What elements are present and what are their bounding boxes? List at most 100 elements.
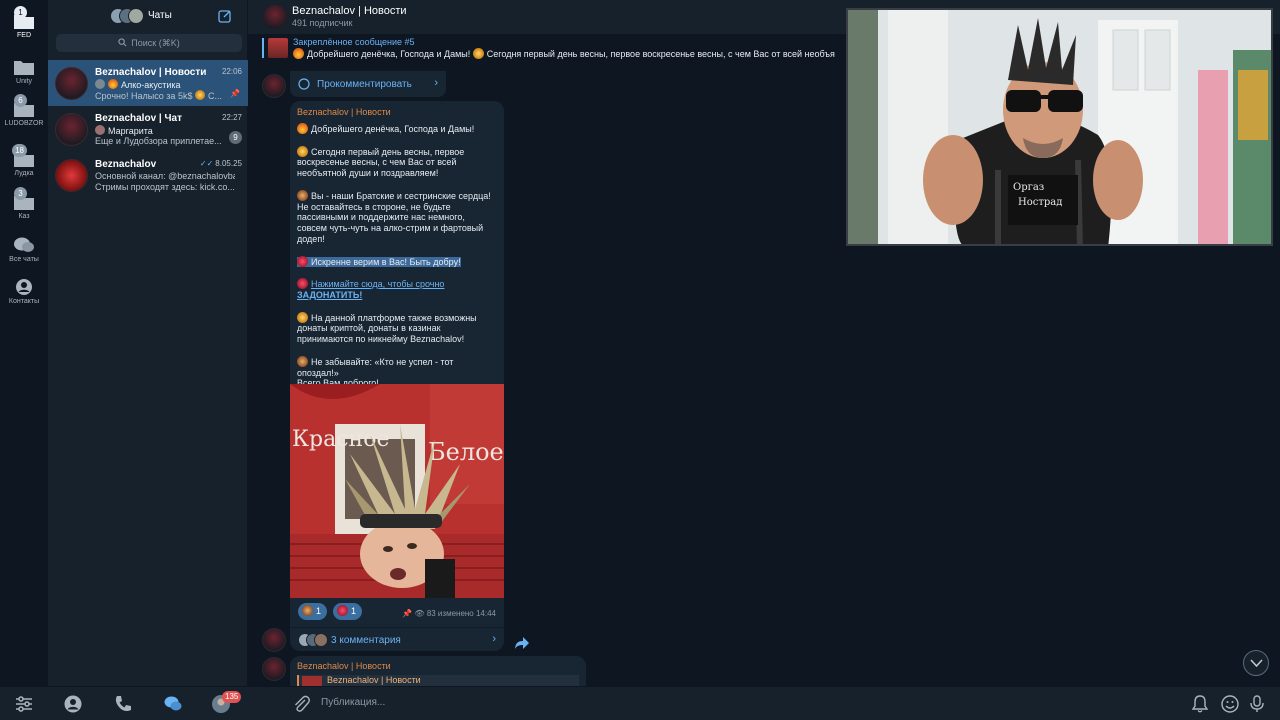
svg-text:Нострад: Нострад (1018, 197, 1062, 208)
contacts-icon[interactable] (64, 695, 82, 713)
pinned-message-bar[interactable]: Закреплённое сообщение #5 Добрейшего ден… (262, 35, 862, 62)
folder-kaz[interactable]: 3 Каз (0, 187, 48, 220)
chat-item-main[interactable]: Beznachalov ✓✓ 8.05.25 Основной канал: @b… (48, 152, 248, 198)
avatar[interactable] (262, 628, 286, 652)
heart-emoji-icon (297, 278, 308, 290)
post-author: Beznachalov | Новости (297, 661, 391, 671)
avatar (55, 67, 88, 100)
chat-subtitle: Основной канал: @beznachalovbar (95, 171, 235, 181)
pray-emoji-icon (302, 605, 313, 616)
folder-label: Все чаты (9, 256, 39, 263)
forward-title: Beznachalov | Новости (327, 675, 421, 685)
avatar[interactable] (262, 657, 286, 681)
forward-thumbnail (302, 676, 322, 686)
attach-icon[interactable] (292, 695, 310, 713)
share-icon[interactable] (515, 636, 529, 649)
folder-label: Unity (16, 78, 32, 85)
pinned-indicator (262, 38, 264, 58)
reaction-heart[interactable]: 1 (333, 603, 363, 620)
chat-title: Beznachalov | Новости (292, 5, 407, 17)
folder-ludka[interactable]: 18 Лудка (0, 144, 48, 177)
chat-subtitle: Алко-акустика (95, 79, 235, 90)
chat-name: Beznachalov | Чат (95, 113, 182, 124)
comment-button-label: Прокомментировать (317, 79, 412, 90)
chat-time: 22:27 (221, 113, 242, 122)
comments-button[interactable]: 3 комментария › (290, 627, 504, 651)
search-placeholder: Поиск (⌘K) (131, 38, 180, 48)
chat-last-message: Еще и Лудобзора приплетае... (95, 136, 222, 146)
pinned-title: Закреплённое сообщение #5 (293, 37, 415, 47)
folder-unity[interactable]: Unity (0, 58, 48, 85)
pinned-text: Добрейшего денёчка, Господа и Дамы! Сего… (293, 48, 835, 59)
pray-emoji-icon (297, 189, 308, 201)
post-meta: 📌 👁 83 изменено 14:44 (402, 609, 496, 618)
folder-label: Контакты (8, 298, 40, 305)
settings-sliders-icon[interactable] (15, 695, 33, 713)
pin-icon: 📌 (230, 89, 240, 98)
crown-emoji-icon (297, 145, 308, 157)
channel-post-2: Beznachalov | Новости Beznachalov | Ново… (290, 656, 586, 686)
folder-badge: 6 (14, 94, 27, 107)
subscriber-count: 491 подписчик (292, 18, 353, 28)
pinned-thumbnail (268, 38, 288, 58)
folder-icon: 6 (13, 94, 35, 118)
folder-icon: 3 (13, 187, 35, 211)
chevron-down-icon (1250, 659, 1263, 668)
chat-time: 22:06 (221, 67, 242, 76)
commenter-avatars (298, 633, 328, 647)
comment-button[interactable]: Прокомментировать › (290, 71, 446, 97)
chat-list-panel: Чаты Поиск (⌘K) Beznachalov | Новости 22… (48, 0, 248, 686)
post-image[interactable]: Красное Белое (290, 384, 504, 598)
compose-icon[interactable] (218, 9, 232, 23)
scroll-down-button[interactable] (1243, 650, 1269, 676)
avatar (55, 159, 88, 192)
chat-last-message: Срочно! Налысо за 5k$ С... (95, 90, 222, 101)
donate-link[interactable]: Нажимайте сюда, чтобы срочно (311, 279, 444, 289)
avatar[interactable] (262, 74, 286, 98)
post-text: Добрейшего денёчка, Господа и Дамы! Сего… (297, 123, 491, 388)
eye-icon: 👁 (414, 609, 425, 618)
unread-badge: 9 (229, 131, 242, 144)
chat-item-chat[interactable]: Beznachalov | Чат 22:27 Маргарита Еще и … (48, 106, 248, 152)
avatar (263, 5, 287, 29)
chats-icon[interactable] (164, 695, 182, 713)
forwarded-header[interactable]: Beznachalov | Новости (297, 675, 579, 686)
post-author: Beznachalov | Новости (297, 107, 391, 117)
crown-emoji-icon (297, 311, 308, 323)
read-check-icon: ✓✓ (199, 159, 214, 168)
bell-icon[interactable] (1191, 695, 1209, 713)
profile-badge: 135 (222, 691, 242, 703)
folder-ludobzor[interactable]: 6 LUDOBZOR (0, 94, 48, 127)
stories-avatars[interactable] (110, 8, 144, 24)
chevron-right-icon: › (434, 77, 438, 89)
fire-emoji-icon (297, 123, 308, 134)
chat-name: Beznachalov (95, 159, 157, 170)
message-input[interactable]: Публикация... (321, 697, 385, 708)
folder-label: FED (17, 32, 31, 39)
microphone-icon[interactable] (1248, 695, 1266, 713)
chat-list-header: Чаты (48, 0, 248, 32)
folder-icon: 1 (13, 6, 35, 30)
chat-last-message: Стримы проходят здесь: kick.co... (95, 182, 235, 192)
pin-icon: 📌 (402, 609, 413, 618)
folder-contacts[interactable]: Контакты (0, 278, 48, 305)
chat-item-news[interactable]: Beznachalov | Новости 22:06 Алко-акустик… (48, 60, 248, 106)
selected-text: Искренне верим в Вас! Быть добру! (297, 255, 461, 267)
folder-fed[interactable]: 1 FED (0, 6, 48, 39)
folder-all-chats[interactable]: Все чаты (0, 236, 48, 263)
pray-emoji-icon (297, 355, 308, 367)
channel-post: Beznachalov | Новости Добрейшего денёчка… (290, 101, 504, 627)
avatar (55, 113, 88, 146)
folder-label: LUDOBZOR (4, 120, 44, 127)
reaction-pray[interactable]: 1 (298, 603, 328, 620)
chat-bubbles-icon (13, 236, 35, 254)
search-input[interactable]: Поиск (⌘K) (56, 34, 242, 52)
phone-icon[interactable] (114, 695, 132, 713)
search-icon (118, 38, 127, 47)
heart-emoji-icon (297, 255, 308, 267)
bottom-bar: 135 Публикация... (0, 686, 1280, 720)
emoji-icon[interactable] (1221, 695, 1239, 713)
folder-badge: 18 (12, 144, 27, 157)
folder-badge: 1 (14, 6, 27, 19)
donate-link-bold[interactable]: ЗАДОНАТИТЬ! (297, 290, 362, 300)
